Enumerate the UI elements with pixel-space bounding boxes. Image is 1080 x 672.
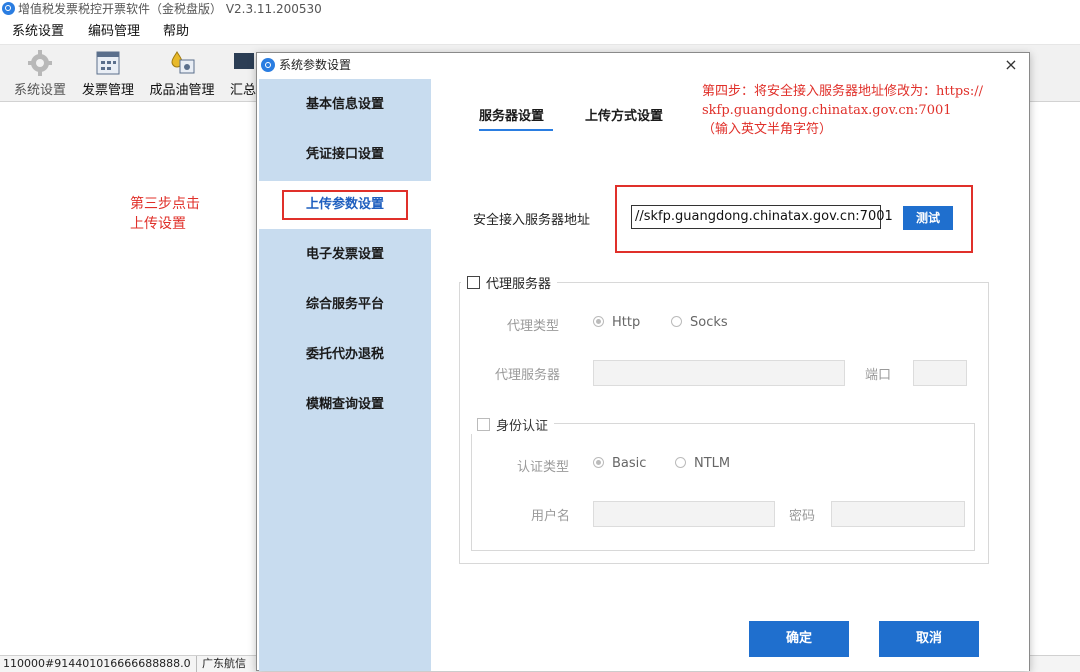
annotation-step3: 第三步点击 上传设置 (130, 194, 200, 234)
dialog-titlebar: 系统参数设置 × (257, 53, 1029, 79)
dialog-title: 系统参数设置 (279, 58, 352, 72)
radio-label: Basic (612, 456, 647, 471)
annotation-line: 第四步：将安全接入服务器地址修改为：https:// (702, 84, 983, 99)
radio-label: Http (612, 315, 641, 330)
radio-selected-icon (593, 457, 604, 468)
password-label: 密码 (789, 509, 816, 524)
proxy-type-http[interactable]: Http (593, 315, 640, 330)
sidebar-item-service-platform[interactable]: 综合服务平台 (259, 281, 431, 329)
tab-active-indicator (479, 129, 553, 131)
toolbar-label: 系统设置 (13, 83, 66, 98)
annotation-line: 第三步点击 (130, 196, 200, 212)
proxy-server-input[interactable] (593, 360, 845, 386)
summary-icon (234, 53, 254, 69)
server-address-label: 安全接入服务器地址 (473, 213, 591, 228)
auth-type-ntlm[interactable]: NTLM (675, 456, 730, 471)
oil-icon (171, 51, 195, 74)
radio-icon (675, 457, 686, 468)
auth-legend-label: 身份认证 (496, 419, 549, 434)
sidebar-item-basic-info[interactable]: 基本信息设置 (259, 81, 431, 129)
menubar: 系统设置 编码管理 帮助 (0, 20, 1080, 45)
auth-checkbox[interactable] (477, 418, 490, 431)
proxy-checkbox[interactable] (467, 276, 480, 289)
sidebar-item-label: 模糊查询设置 (305, 397, 384, 412)
menu-help[interactable]: 帮助 (163, 20, 189, 44)
username-input[interactable] (593, 501, 775, 527)
auth-legend[interactable]: 身份认证 (471, 415, 555, 434)
tab-upload-method[interactable]: 上传方式设置 (585, 105, 663, 124)
window-titlebar: 增值税发票税控开票软件（金税盘版） V2.3.11.200530 (0, 0, 1080, 20)
auth-group (471, 423, 975, 551)
status-taxid: 110000#914401016666688888.0 (3, 657, 191, 670)
sidebar-item-label: 综合服务平台 (305, 297, 384, 312)
proxy-server-label: 代理服务器 (495, 368, 561, 383)
tab-server-settings[interactable]: 服务器设置 (479, 105, 544, 124)
app-logo-icon (2, 2, 15, 15)
toolbar-invoice-management[interactable]: 发票管理 (76, 45, 140, 101)
server-address-input[interactable]: //skfp.guangdong.chinatax.gov.cn:7001 (631, 205, 893, 229)
radio-label: NTLM (694, 456, 731, 471)
invoice-icon (96, 51, 120, 75)
proxy-type-socks[interactable]: Socks (671, 315, 728, 330)
toolbar-label: 发票管理 (81, 83, 134, 98)
menu-code-management[interactable]: 编码管理 (88, 20, 140, 44)
proxy-legend-label: 代理服务器 (486, 277, 552, 292)
auth-type-basic[interactable]: Basic (593, 456, 646, 471)
radio-selected-icon (593, 316, 604, 327)
sidebar-item-voucher-interface[interactable]: 凭证接口设置 (259, 131, 431, 179)
annotation-step4: 第四步：将安全接入服务器地址修改为：https:// skfp.guangdon… (702, 82, 983, 139)
password-input[interactable] (831, 501, 965, 527)
proxy-port-label: 端口 (865, 368, 892, 383)
toolbar-system-settings[interactable]: 系统设置 (8, 45, 72, 101)
ok-button[interactable]: 确定 (749, 621, 849, 657)
annotation-line: skfp.guangdong.chinatax.gov.cn:7001 (702, 103, 952, 118)
settings-content: 服务器设置 上传方式设置 安全接入服务器地址 //skfp.guangdong.… (431, 79, 1029, 671)
sidebar-item-e-invoice[interactable]: 电子发票设置 (259, 231, 431, 279)
test-button[interactable]: 测试 (903, 206, 953, 230)
annotation-line: 上传设置 (130, 216, 186, 232)
sidebar-item-label: 上传参数设置 (281, 190, 408, 220)
cancel-button[interactable]: 取消 (879, 621, 979, 657)
proxy-type-label: 代理类型 (507, 319, 560, 334)
sidebar-item-tax-refund[interactable]: 委托代办退税 (259, 331, 431, 379)
sidebar-item-label: 电子发票设置 (305, 247, 384, 262)
username-label: 用户名 (531, 509, 571, 524)
gear-icon (28, 50, 52, 76)
app-logo-icon (261, 58, 275, 72)
sidebar-item-label: 基本信息设置 (305, 97, 384, 112)
radio-label: Socks (690, 315, 728, 330)
status-region: 广东航信 (202, 657, 246, 670)
settings-dialog: 系统参数设置 × 基本信息设置 凭证接口设置 上传参数设置 电子发票设置 综合服… (256, 52, 1030, 671)
proxy-port-input[interactable] (913, 360, 967, 386)
settings-sidebar: 基本信息设置 凭证接口设置 上传参数设置 电子发票设置 综合服务平台 委托代办退… (259, 79, 431, 671)
annotation-line: （输入英文半角字符） (702, 122, 833, 137)
radio-icon (671, 316, 682, 327)
sidebar-item-label: 凭证接口设置 (305, 147, 384, 162)
proxy-legend[interactable]: 代理服务器 (461, 273, 558, 292)
menu-system-settings[interactable]: 系统设置 (12, 20, 64, 44)
close-icon[interactable]: × (1001, 55, 1021, 75)
window-title: 增值税发票税控开票软件（金税盘版） V2.3.11.200530 (18, 2, 322, 16)
auth-type-label: 认证类型 (517, 460, 570, 475)
toolbar-oil-management[interactable]: 成品油管理 (144, 45, 220, 101)
sidebar-item-upload-params[interactable]: 上传参数设置 (259, 181, 431, 229)
toolbar-label: 成品油管理 (149, 83, 215, 98)
sidebar-item-label: 委托代办退税 (305, 347, 384, 362)
sidebar-item-fuzzy-query[interactable]: 模糊查询设置 (259, 381, 431, 429)
